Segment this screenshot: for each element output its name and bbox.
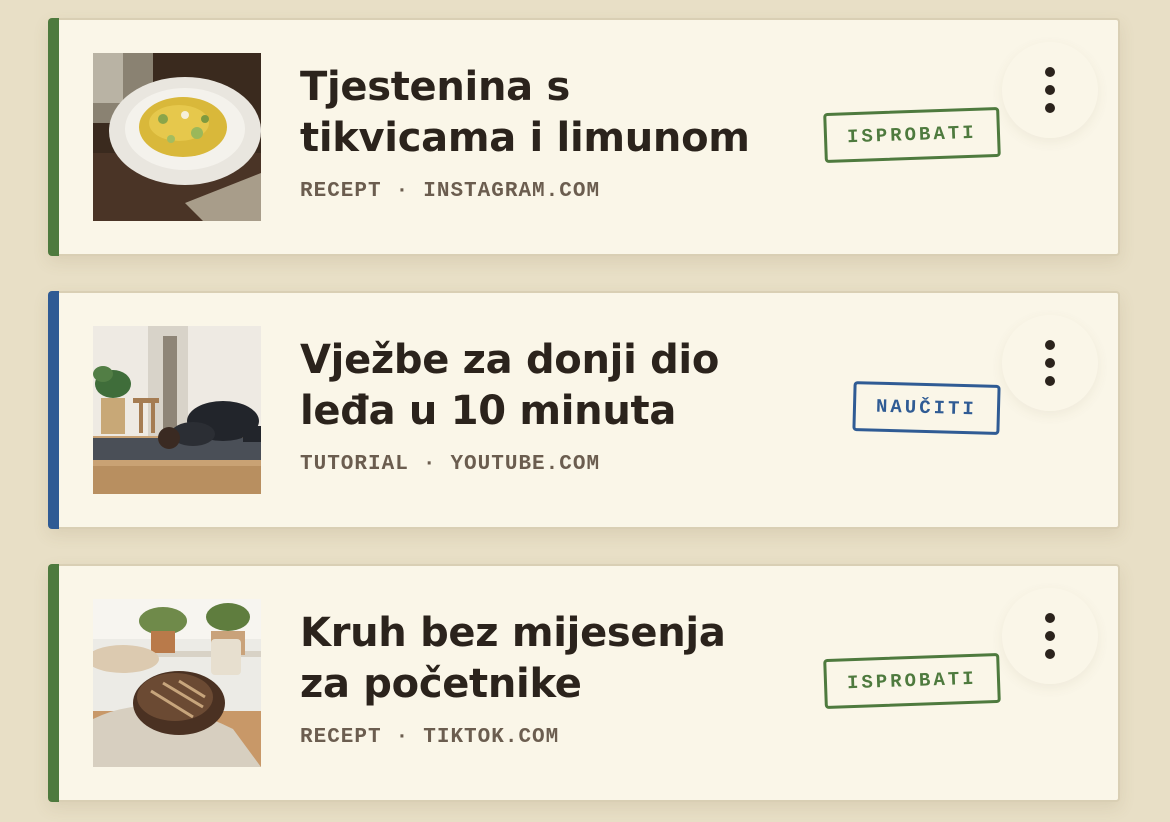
meta-separator: · — [395, 180, 410, 203]
pasta-image[interactable] — [93, 53, 261, 221]
yoga-image[interactable] — [93, 326, 261, 494]
meta-separator: · — [395, 726, 410, 749]
action-stamp-button[interactable]: ISPROBATI — [823, 652, 1001, 710]
item-source: INSTAGRAM.COM — [423, 180, 601, 203]
more-vertical-icon[interactable] — [1002, 315, 1098, 411]
saved-item-card[interactable]: Tjestenina s tikvicama i limunom RECEPT ·… — [48, 18, 1120, 256]
item-type: TUTORIAL — [300, 453, 409, 476]
category-accent-bar — [48, 18, 59, 256]
item-type: RECEPT — [300, 726, 382, 749]
action-stamp-button[interactable]: ISPROBATI — [823, 106, 1001, 164]
action-stamp-button[interactable]: NAUČITI — [852, 381, 1001, 435]
item-meta: RECEPT · INSTAGRAM.COM — [300, 180, 600, 203]
more-vertical-icon[interactable] — [1002, 42, 1098, 138]
item-title[interactable]: Kruh bez mijesenja za početnike — [300, 608, 780, 710]
item-meta: RECEPT · TIKTOK.COM — [300, 726, 559, 749]
saved-item-card[interactable]: Vježbe za donji dio leđa u 10 minuta TUT… — [48, 291, 1120, 529]
item-meta: TUTORIAL · YOUTUBE.COM — [300, 453, 600, 476]
category-accent-bar — [48, 564, 59, 802]
item-source: YOUTUBE.COM — [450, 453, 601, 476]
item-title[interactable]: Tjestenina s tikvicama i limunom — [300, 62, 780, 164]
more-vertical-icon[interactable] — [1002, 588, 1098, 684]
bread-image[interactable] — [93, 599, 261, 767]
item-title[interactable]: Vježbe za donji dio leđa u 10 minuta — [300, 335, 780, 437]
saved-item-card[interactable]: Kruh bez mijesenja za početnike RECEPT · T… — [48, 564, 1120, 802]
category-accent-bar — [48, 291, 59, 529]
item-source: TIKTOK.COM — [423, 726, 560, 749]
meta-separator: · — [422, 453, 437, 476]
item-type: RECEPT — [300, 180, 382, 203]
